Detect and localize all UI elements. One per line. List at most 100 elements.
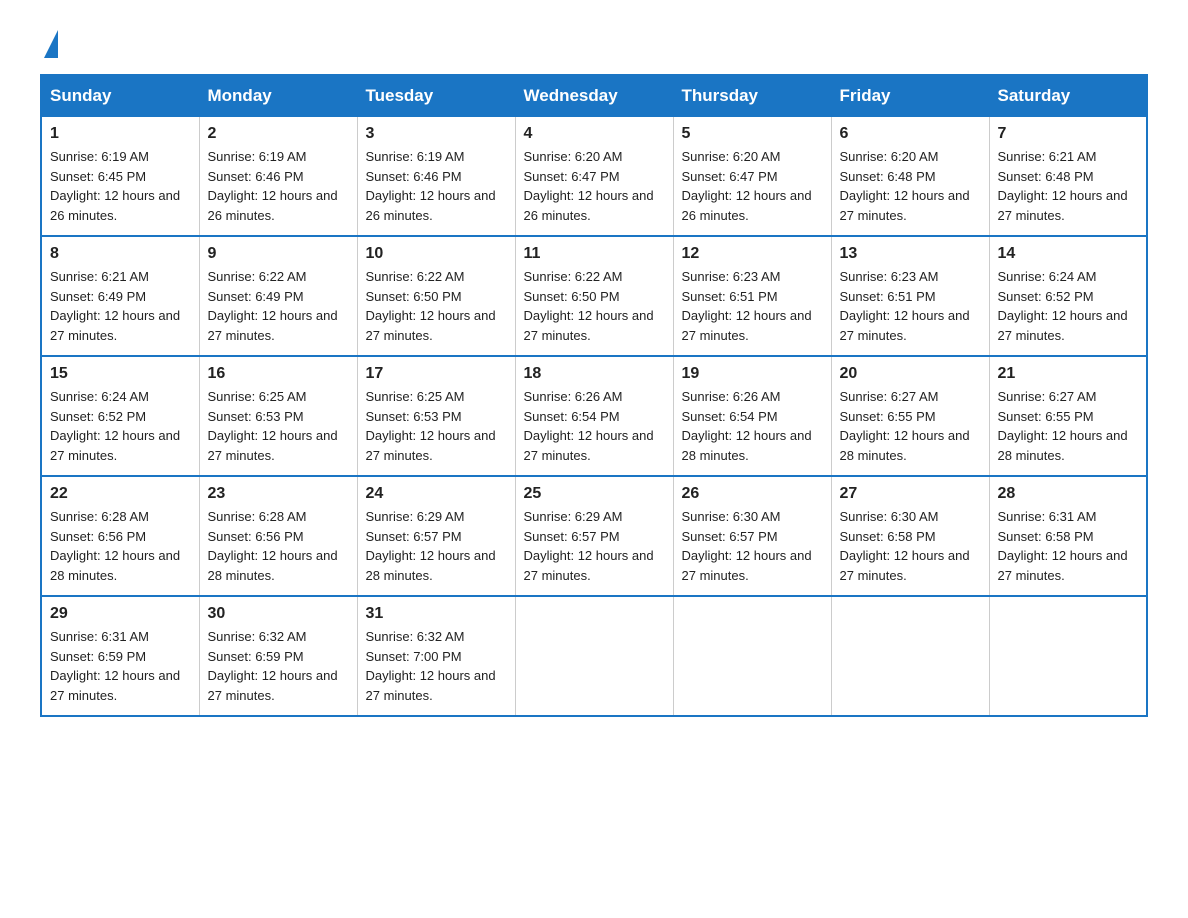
day-number: 30 (208, 605, 349, 623)
day-info: Sunrise: 6:21 AMSunset: 6:48 PMDaylight:… (998, 149, 1128, 223)
day-info: Sunrise: 6:31 AMSunset: 6:58 PMDaylight:… (998, 509, 1128, 583)
day-number: 5 (682, 125, 823, 143)
day-number: 22 (50, 485, 191, 503)
calendar-cell: 6Sunrise: 6:20 AMSunset: 6:48 PMDaylight… (831, 117, 989, 237)
day-number: 24 (366, 485, 507, 503)
day-number: 17 (366, 365, 507, 383)
day-number: 7 (998, 125, 1139, 143)
calendar-cell (515, 596, 673, 716)
day-info: Sunrise: 6:20 AMSunset: 6:47 PMDaylight:… (682, 149, 812, 223)
calendar-header-friday: Friday (831, 75, 989, 117)
day-info: Sunrise: 6:32 AMSunset: 6:59 PMDaylight:… (208, 629, 338, 703)
calendar-header-row: SundayMondayTuesdayWednesdayThursdayFrid… (41, 75, 1147, 117)
day-number: 12 (682, 245, 823, 263)
calendar-week-row: 15 Sunrise: 6:24 AMSunset: 6:52 PMDayligh… (41, 356, 1147, 476)
day-info: Sunrise: 6:23 AMSunset: 6:51 PMDaylight:… (840, 269, 970, 343)
calendar-cell: 20 Sunrise: 6:27 AMSunset: 6:55 PMDayligh… (831, 356, 989, 476)
day-number: 28 (998, 485, 1139, 503)
calendar-cell: 7 Sunrise: 6:21 AMSunset: 6:48 PMDaylight… (989, 117, 1147, 237)
day-info: Sunrise: 6:25 AMSunset: 6:53 PMDaylight:… (208, 389, 338, 463)
calendar-cell: 15 Sunrise: 6:24 AMSunset: 6:52 PMDayligh… (41, 356, 199, 476)
logo (40, 30, 58, 54)
day-info: Sunrise: 6:24 AMSunset: 6:52 PMDaylight:… (998, 269, 1128, 343)
day-info: Sunrise: 6:22 AMSunset: 6:49 PMDaylight:… (208, 269, 338, 343)
calendar-week-row: 29Sunrise: 6:31 AMSunset: 6:59 PMDayligh… (41, 596, 1147, 716)
calendar-cell (673, 596, 831, 716)
day-info: Sunrise: 6:26 AMSunset: 6:54 PMDaylight:… (524, 389, 654, 463)
day-info: Sunrise: 6:20 AMSunset: 6:47 PMDaylight:… (524, 149, 654, 223)
calendar-cell: 1 Sunrise: 6:19 AMSunset: 6:45 PMDaylight… (41, 117, 199, 237)
calendar-cell: 13Sunrise: 6:23 AMSunset: 6:51 PMDayligh… (831, 236, 989, 356)
day-info: Sunrise: 6:22 AMSunset: 6:50 PMDaylight:… (524, 269, 654, 343)
calendar-header-sunday: Sunday (41, 75, 199, 117)
page-header (40, 30, 1148, 54)
day-number: 2 (208, 125, 349, 143)
day-info: Sunrise: 6:19 AMSunset: 6:45 PMDaylight:… (50, 149, 180, 223)
calendar-cell: 2 Sunrise: 6:19 AMSunset: 6:46 PMDaylight… (199, 117, 357, 237)
day-info: Sunrise: 6:29 AMSunset: 6:57 PMDaylight:… (366, 509, 496, 583)
calendar-cell (831, 596, 989, 716)
calendar-cell: 30 Sunrise: 6:32 AMSunset: 6:59 PMDayligh… (199, 596, 357, 716)
day-info: Sunrise: 6:32 AMSunset: 7:00 PMDaylight:… (366, 629, 496, 703)
day-number: 20 (840, 365, 981, 383)
calendar-header-wednesday: Wednesday (515, 75, 673, 117)
day-number: 27 (840, 485, 981, 503)
calendar-cell: 28 Sunrise: 6:31 AMSunset: 6:58 PMDayligh… (989, 476, 1147, 596)
calendar-cell: 25Sunrise: 6:29 AMSunset: 6:57 PMDayligh… (515, 476, 673, 596)
calendar-header-saturday: Saturday (989, 75, 1147, 117)
day-info: Sunrise: 6:30 AMSunset: 6:58 PMDaylight:… (840, 509, 970, 583)
calendar-cell: 27 Sunrise: 6:30 AMSunset: 6:58 PMDayligh… (831, 476, 989, 596)
calendar-cell: 12 Sunrise: 6:23 AMSunset: 6:51 PMDayligh… (673, 236, 831, 356)
day-info: Sunrise: 6:19 AMSunset: 6:46 PMDaylight:… (208, 149, 338, 223)
day-number: 6 (840, 125, 981, 143)
calendar-cell: 11 Sunrise: 6:22 AMSunset: 6:50 PMDayligh… (515, 236, 673, 356)
day-info: Sunrise: 6:30 AMSunset: 6:57 PMDaylight:… (682, 509, 812, 583)
day-info: Sunrise: 6:22 AMSunset: 6:50 PMDaylight:… (366, 269, 496, 343)
day-info: Sunrise: 6:23 AMSunset: 6:51 PMDaylight:… (682, 269, 812, 343)
day-number: 3 (366, 125, 507, 143)
calendar-cell: 24 Sunrise: 6:29 AMSunset: 6:57 PMDayligh… (357, 476, 515, 596)
calendar-week-row: 1 Sunrise: 6:19 AMSunset: 6:45 PMDaylight… (41, 117, 1147, 237)
day-info: Sunrise: 6:26 AMSunset: 6:54 PMDaylight:… (682, 389, 812, 463)
calendar-cell: 9Sunrise: 6:22 AMSunset: 6:49 PMDaylight… (199, 236, 357, 356)
calendar-header-tuesday: Tuesday (357, 75, 515, 117)
calendar-cell: 16 Sunrise: 6:25 AMSunset: 6:53 PMDayligh… (199, 356, 357, 476)
calendar-cell: 19Sunrise: 6:26 AMSunset: 6:54 PMDayligh… (673, 356, 831, 476)
day-number: 15 (50, 365, 191, 383)
calendar-cell: 17 Sunrise: 6:25 AMSunset: 6:53 PMDayligh… (357, 356, 515, 476)
day-info: Sunrise: 6:24 AMSunset: 6:52 PMDaylight:… (50, 389, 180, 463)
calendar-table: SundayMondayTuesdayWednesdayThursdayFrid… (40, 74, 1148, 717)
calendar-cell: 3 Sunrise: 6:19 AMSunset: 6:46 PMDaylight… (357, 117, 515, 237)
day-number: 8 (50, 245, 191, 263)
day-number: 1 (50, 125, 191, 143)
day-number: 21 (998, 365, 1139, 383)
day-info: Sunrise: 6:28 AMSunset: 6:56 PMDaylight:… (208, 509, 338, 583)
day-number: 18 (524, 365, 665, 383)
day-number: 16 (208, 365, 349, 383)
calendar-cell: 18 Sunrise: 6:26 AMSunset: 6:54 PMDayligh… (515, 356, 673, 476)
calendar-cell: 14 Sunrise: 6:24 AMSunset: 6:52 PMDayligh… (989, 236, 1147, 356)
calendar-cell: 21Sunrise: 6:27 AMSunset: 6:55 PMDayligh… (989, 356, 1147, 476)
calendar-cell: 29Sunrise: 6:31 AMSunset: 6:59 PMDayligh… (41, 596, 199, 716)
day-number: 10 (366, 245, 507, 263)
day-info: Sunrise: 6:19 AMSunset: 6:46 PMDaylight:… (366, 149, 496, 223)
day-info: Sunrise: 6:27 AMSunset: 6:55 PMDaylight:… (840, 389, 970, 463)
day-number: 4 (524, 125, 665, 143)
calendar-cell: 10 Sunrise: 6:22 AMSunset: 6:50 PMDayligh… (357, 236, 515, 356)
day-number: 26 (682, 485, 823, 503)
day-number: 29 (50, 605, 191, 623)
calendar-cell (989, 596, 1147, 716)
calendar-cell: 26 Sunrise: 6:30 AMSunset: 6:57 PMDayligh… (673, 476, 831, 596)
calendar-week-row: 8Sunrise: 6:21 AMSunset: 6:49 PMDaylight… (41, 236, 1147, 356)
day-number: 23 (208, 485, 349, 503)
day-number: 14 (998, 245, 1139, 263)
calendar-week-row: 22 Sunrise: 6:28 AMSunset: 6:56 PMDayligh… (41, 476, 1147, 596)
logo-triangle-icon (44, 30, 58, 58)
day-info: Sunrise: 6:28 AMSunset: 6:56 PMDaylight:… (50, 509, 180, 583)
calendar-cell: 8Sunrise: 6:21 AMSunset: 6:49 PMDaylight… (41, 236, 199, 356)
day-number: 25 (524, 485, 665, 503)
calendar-header-monday: Monday (199, 75, 357, 117)
calendar-cell: 31Sunrise: 6:32 AMSunset: 7:00 PMDayligh… (357, 596, 515, 716)
day-number: 11 (524, 245, 665, 263)
day-info: Sunrise: 6:25 AMSunset: 6:53 PMDaylight:… (366, 389, 496, 463)
